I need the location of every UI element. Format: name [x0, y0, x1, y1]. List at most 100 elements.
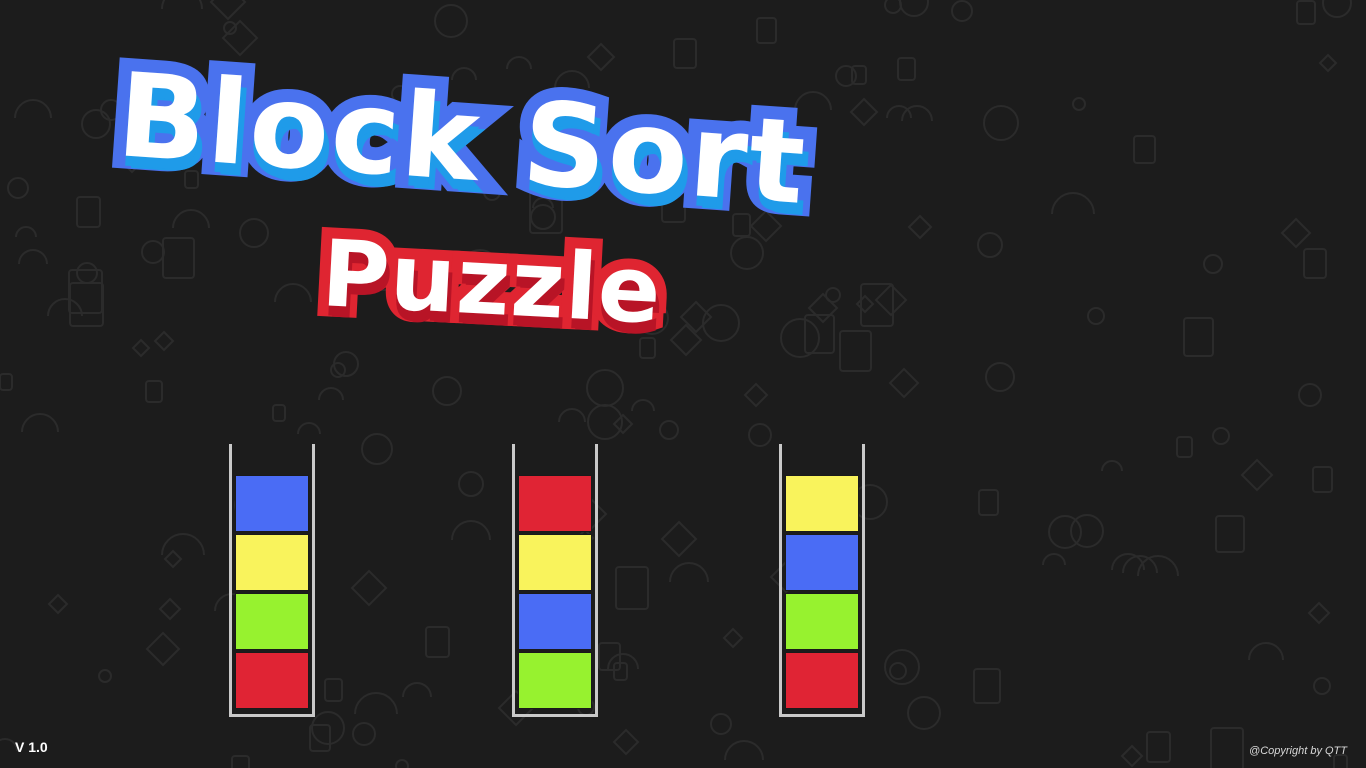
version-label: V 1.0: [15, 739, 48, 755]
block-yellow: [518, 534, 592, 591]
doodle-shape: [1307, 601, 1331, 625]
doodle-shape: [402, 682, 432, 698]
doodle-shape: [849, 97, 879, 127]
doodle-shape: [352, 722, 376, 746]
doodle-shape: [825, 287, 841, 303]
block-yellow: [235, 534, 309, 591]
doodle-shape: [14, 99, 52, 119]
doodle-shape: [907, 696, 941, 730]
doodle-shape: [432, 376, 462, 406]
doodle-shape: [145, 380, 163, 403]
doodle-shape: [1042, 553, 1066, 566]
doodle-shape: [131, 338, 151, 358]
doodle-shape: [669, 562, 709, 583]
doodle-shape: [1133, 135, 1156, 164]
doodle-shape: [141, 240, 165, 264]
doodle-shape: [451, 520, 491, 541]
doodle-shape: [69, 282, 104, 327]
doodle-shape: [311, 711, 345, 745]
doodle-shape: [888, 367, 920, 399]
doodle-shape: [586, 369, 624, 407]
doodle-shape: [76, 196, 101, 228]
doodle-shape: [660, 520, 698, 558]
doodle-shape: [1087, 307, 1105, 325]
doodle-shape: [722, 627, 744, 649]
doodle-shape: [710, 713, 732, 735]
doodle-shape: [1296, 0, 1316, 25]
doodle-shape: [506, 56, 532, 70]
doodle-shape: [679, 300, 713, 334]
doodle-shape: [1183, 317, 1214, 357]
doodle-shape: [702, 304, 740, 342]
doodle-shape: [81, 109, 111, 139]
doodle-shape: [1203, 254, 1223, 274]
doodle-shape: [1212, 427, 1230, 445]
doodle-shape: [586, 42, 616, 72]
doodle-shape: [607, 653, 639, 670]
doodle-shape: [1051, 192, 1095, 215]
doodle-shape: [274, 283, 312, 303]
doodle-shape: [239, 218, 269, 248]
doodle-shape: [1312, 466, 1333, 493]
block-green: [518, 652, 592, 709]
doodle-shape: [231, 755, 250, 768]
doodle-shape: [158, 597, 182, 621]
doodle-shape: [330, 362, 346, 378]
block-red: [235, 652, 309, 709]
doodle-shape: [18, 249, 48, 265]
doodle-shape: [163, 549, 183, 569]
doodle-shape: [47, 593, 69, 615]
tube-2[interactable]: [512, 444, 598, 717]
doodle-shape: [221, 19, 259, 57]
doodle-shape: [7, 177, 29, 199]
doodle-shape: [161, 0, 203, 10]
doodle-shape: [272, 404, 286, 422]
copyright-label: @Copyright by QTT: [1249, 745, 1347, 757]
doodle-shape: [324, 678, 343, 702]
doodle-shape: [1298, 383, 1322, 407]
game-screen: Block Sort Puzzle V 1.0 @Copyright by QT…: [0, 0, 1366, 768]
tube-1[interactable]: [229, 444, 315, 717]
doodle-shape: [612, 728, 640, 756]
doodle-shape: [977, 232, 1003, 258]
doodle-shape: [1318, 53, 1338, 73]
game-title-puzzle: Puzzle: [308, 209, 675, 356]
doodle-shape: [425, 626, 450, 658]
doodle-shape: [1322, 0, 1352, 18]
doodle-shape: [350, 569, 388, 607]
doodle-shape: [1313, 677, 1331, 695]
block-blue: [235, 475, 309, 532]
doodle-shape: [659, 420, 679, 440]
doodle-shape: [983, 105, 1019, 141]
doodle-shape: [724, 740, 764, 761]
doodle-shape: [889, 662, 907, 680]
doodle-shape: [1303, 248, 1327, 279]
doodle-shape: [743, 382, 769, 408]
doodle-shape: [951, 0, 973, 22]
doodle-shape: [748, 423, 772, 447]
doodle-shape: [598, 642, 621, 671]
doodle-shape: [884, 0, 902, 14]
doodle-shape: [98, 669, 112, 683]
doodle-shape: [145, 631, 181, 667]
doodle-shape: [978, 489, 999, 516]
doodle-shape: [209, 0, 247, 21]
doodle-shape: [297, 422, 321, 435]
doodle-shape: [1248, 642, 1284, 661]
doodle-shape: [886, 105, 912, 119]
doodle-shape: [973, 668, 1001, 704]
doodle-shape: [172, 209, 210, 229]
doodle-shape: [780, 318, 820, 358]
doodle-shape: [730, 236, 764, 270]
doodle-shape: [1101, 460, 1123, 472]
doodle-shape: [1240, 458, 1274, 492]
doodle-shape: [1072, 97, 1086, 111]
doodle-shape: [21, 413, 59, 433]
doodle-shape: [673, 38, 697, 69]
tube-3[interactable]: [779, 444, 865, 717]
block-green: [235, 593, 309, 650]
doodle-shape: [899, 0, 929, 17]
doodle-shape: [860, 283, 894, 327]
doodle-shape: [318, 387, 344, 401]
doodle-shape: [1280, 217, 1312, 249]
